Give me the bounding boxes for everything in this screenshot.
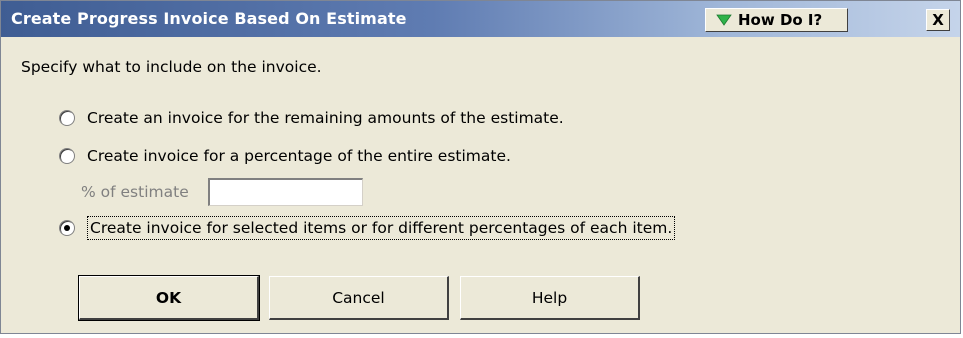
percent-of-estimate-input[interactable] [208,178,363,206]
option-selected-items-label: Create invoice for selected items or for… [87,216,676,240]
title-bar[interactable]: Create Progress Invoice Based On Estimat… [1,1,960,37]
option-percentage-estimate-label: Create invoice for a percentage of the e… [87,147,511,165]
instruction-text: Specify what to include on the invoice. [21,58,322,76]
radio-percentage-estimate[interactable] [59,148,75,164]
percent-of-estimate-label: % of estimate [81,183,189,201]
option-remaining-amounts[interactable]: Create an invoice for the remaining amou… [59,109,564,127]
option-remaining-amounts-label: Create an invoice for the remaining amou… [87,109,564,127]
how-do-i-button[interactable]: How Do I? [705,8,848,32]
close-icon: X [932,11,944,29]
progress-invoice-dialog: Create Progress Invoice Based On Estimat… [0,0,961,334]
option-selected-items[interactable]: Create invoice for selected items or for… [59,216,676,240]
radio-remaining-amounts[interactable] [59,110,75,126]
close-button[interactable]: X [926,9,950,31]
help-button[interactable]: Help [460,276,640,320]
radio-selected-items[interactable] [59,220,75,236]
dialog-title: Create Progress Invoice Based On Estimat… [11,9,407,28]
ok-button[interactable]: OK [78,275,260,321]
option-percentage-estimate[interactable]: Create invoice for a percentage of the e… [59,147,511,165]
cancel-button[interactable]: Cancel [269,276,449,320]
down-arrow-icon [716,14,732,26]
how-do-i-label: How Do I? [738,11,823,29]
